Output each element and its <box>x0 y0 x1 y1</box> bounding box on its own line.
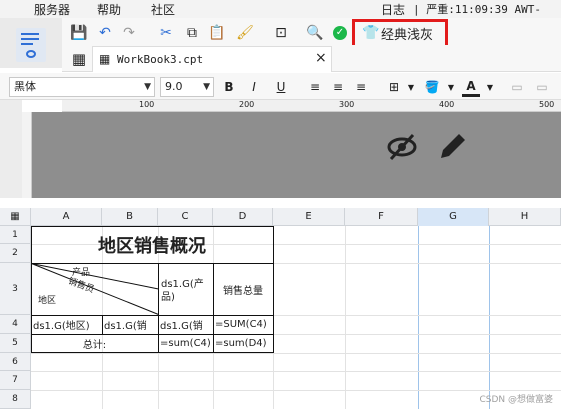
report-title[interactable]: 地区销售概况 <box>31 226 273 263</box>
cell-a4[interactable]: ds1.G(地区) <box>33 315 102 334</box>
watermark: CSDN @想做富婆 <box>479 395 553 405</box>
cell-c3[interactable]: ds1.G(产品) <box>161 273 213 309</box>
cell-d4[interactable]: =SUM(C4) <box>215 315 273 334</box>
cell-d5[interactable]: =sum(D4) <box>215 334 273 353</box>
cell-c4[interactable]: ds1.G(销 <box>160 315 213 334</box>
cell-d3[interactable]: 销售总量 <box>213 263 273 315</box>
diag-header-region: 地区 <box>38 296 57 306</box>
cell-a5[interactable]: 总计: <box>31 334 158 353</box>
cell-b4[interactable]: ds1.G(销 <box>104 315 158 334</box>
cell-c5[interactable]: =sum(C4) <box>160 334 213 353</box>
